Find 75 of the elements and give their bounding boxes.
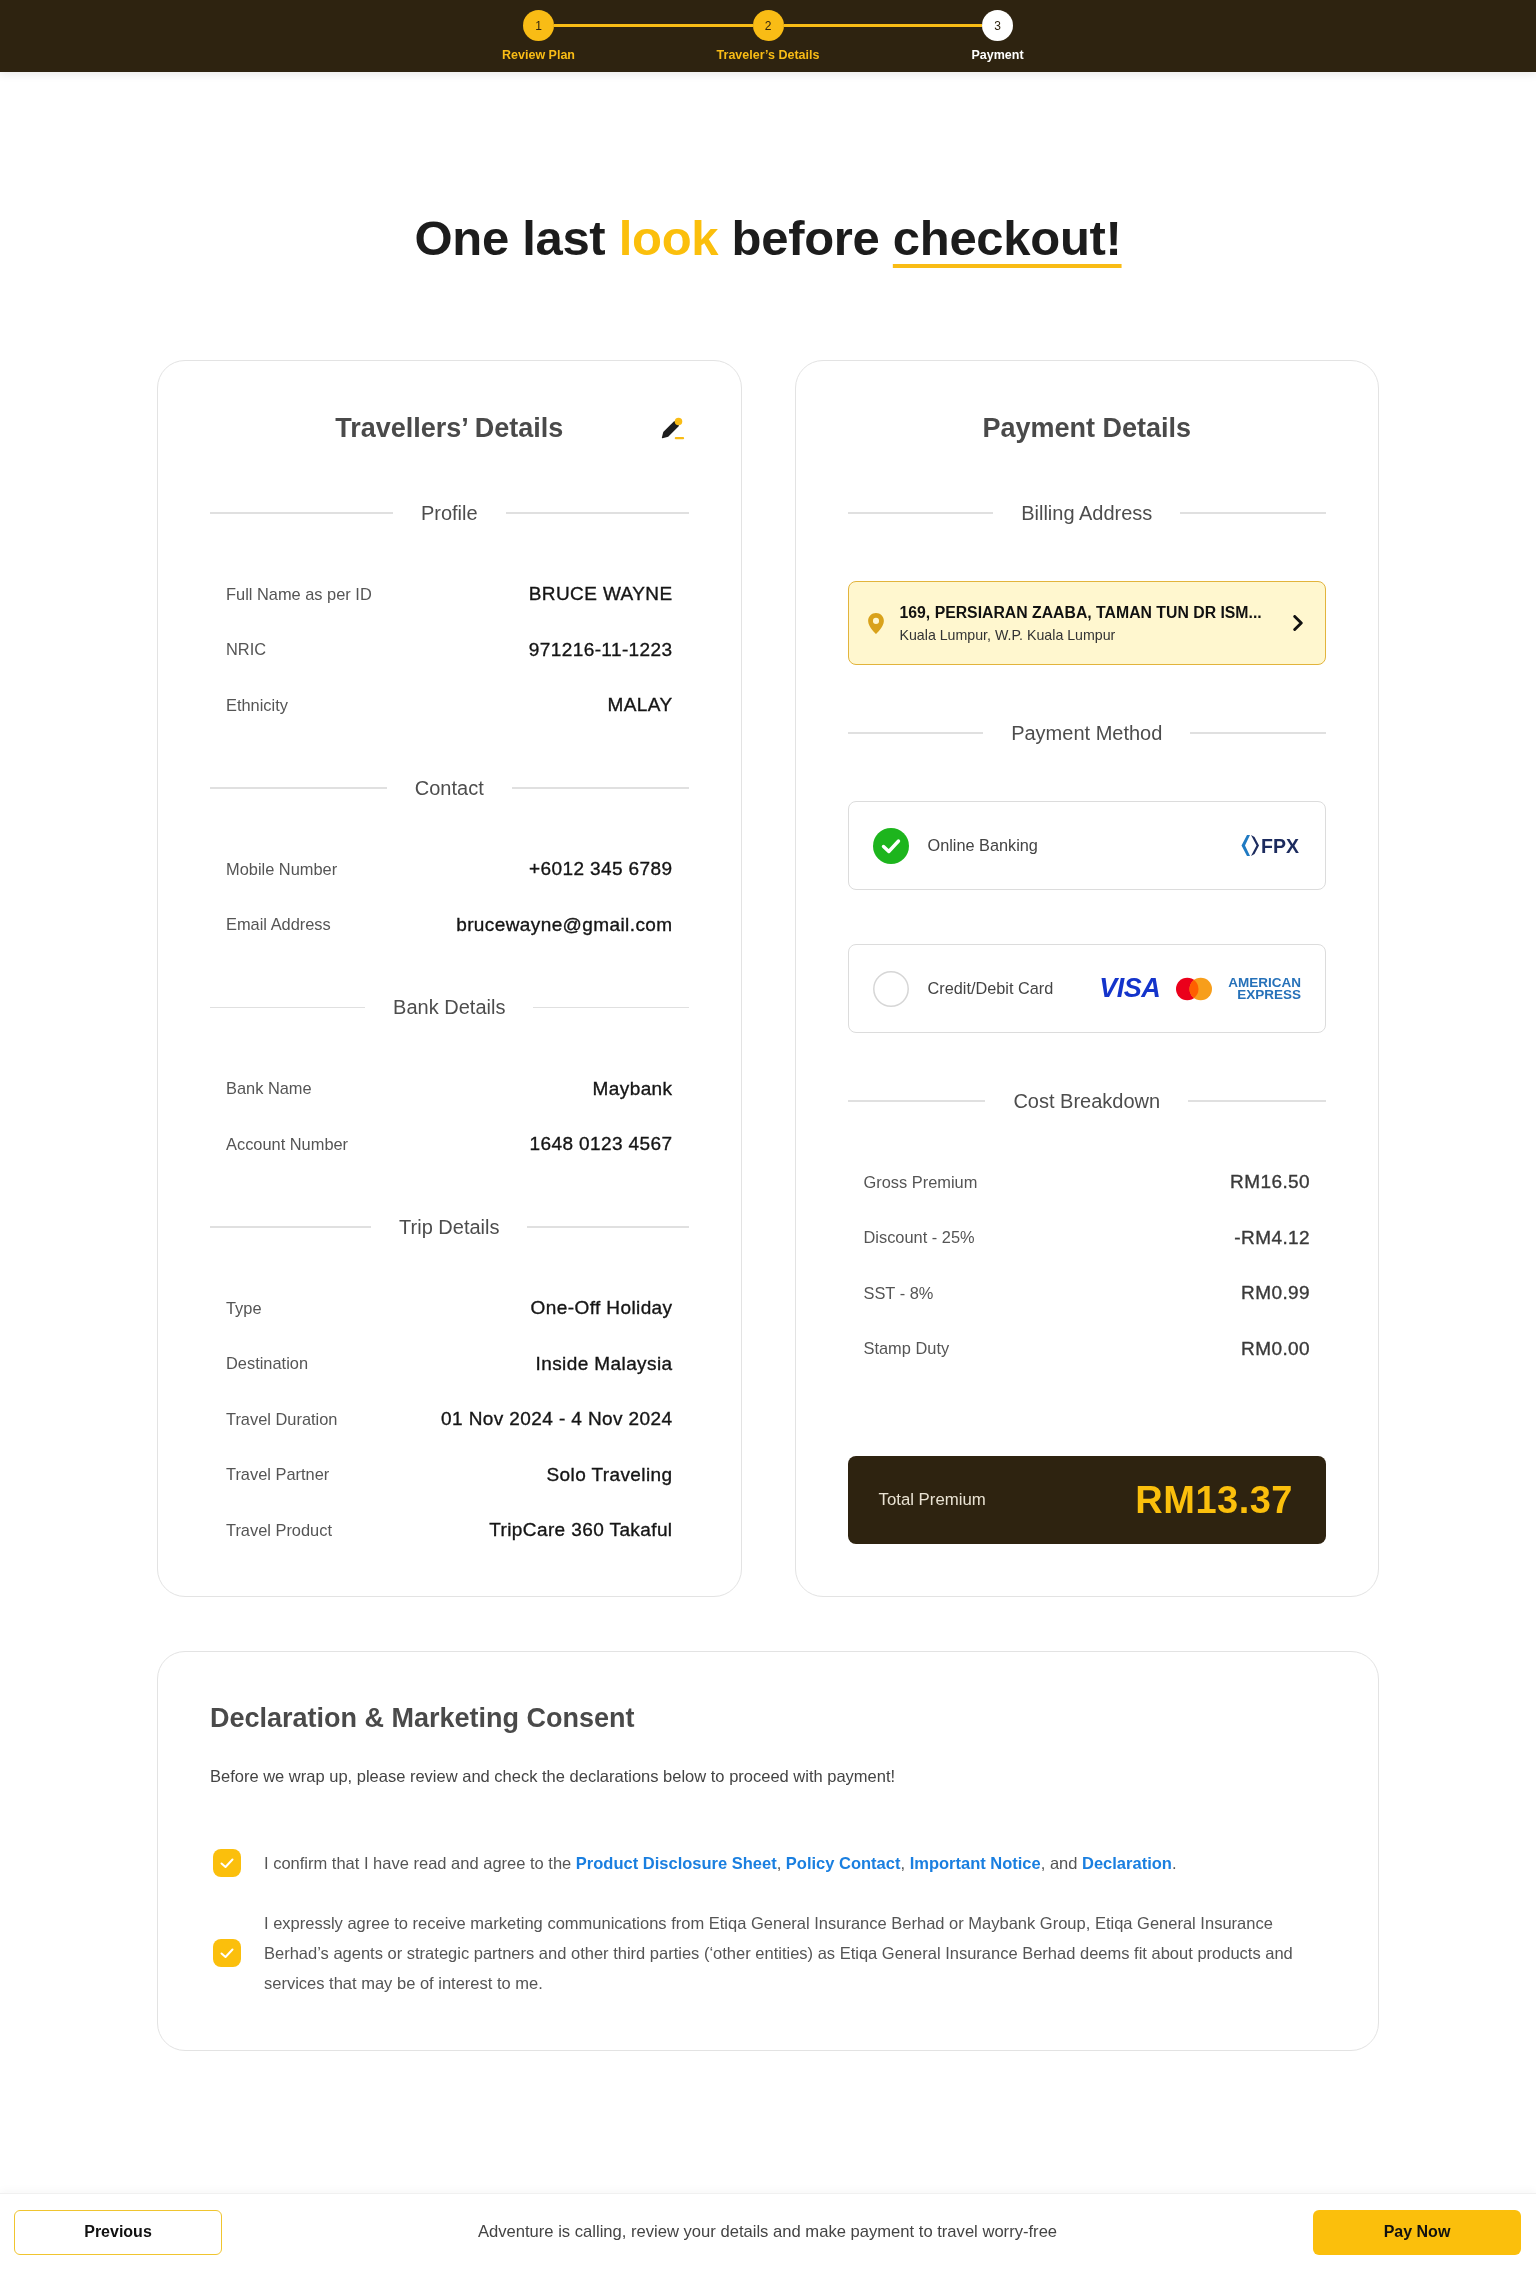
step-indicator: 2	[752, 10, 784, 41]
cost-label: Stamp Duty	[863, 1339, 950, 1359]
detail-label: Travel Product	[226, 1520, 332, 1540]
cost-value: RM16.50	[1230, 1171, 1310, 1194]
consent-text: I expressly agree to receive marketing communications from Etiqa General Insurance Berhad or Maybank Group, Etiqa General Insurance Berhad’s agents or strategic partners and other third parties (‘other entities) as Etiqa General Insurance Berhad deems fit about products and services that may be of interest to me.	[264, 1913, 1294, 1994]
footer-message: Adventure is calling, review your details and make payment to travel worry-free	[477, 2222, 1058, 2242]
detail-label: Email Address	[226, 915, 331, 935]
detail-value: +6012 345 6789	[529, 858, 673, 881]
section-heading: Trip Details	[399, 1215, 500, 1239]
detail-label: Bank Name	[226, 1079, 312, 1099]
step-indicator: 3	[982, 10, 1013, 41]
detail-value: 01 Nov 2024 - 4 Nov 2024	[441, 1408, 673, 1431]
step-label: Payment	[971, 47, 1024, 63]
document-link[interactable]: Product Disclosure Sheet	[575, 1854, 777, 1872]
billing-address-button[interactable]: 169, PERSIARAN ZAABA, TAMAN TUN DR ISM... Kuala Lumpur, W.P. Kuala Lumpur	[847, 581, 1326, 665]
fpx-logo: FPX	[1241, 834, 1301, 857]
payment-option[interactable]: Credit/Debit Card VISA AMERICAN EXPRESS	[847, 944, 1326, 1033]
edit-icon[interactable]	[660, 416, 685, 440]
previous-button[interactable]: Previous	[14, 2209, 222, 2255]
detail-value: Maybank	[592, 1077, 673, 1100]
detail-label: Travel Partner	[226, 1465, 330, 1485]
document-link[interactable]: Declaration	[1082, 1854, 1172, 1872]
location-pin-icon	[867, 612, 884, 634]
section-heading: Payment Method	[1011, 721, 1163, 745]
radio-button[interactable]	[872, 970, 909, 1007]
step-indicator: 1	[523, 10, 554, 41]
detail-label: Mobile Number	[226, 859, 338, 879]
detail-label: Full Name as per ID	[226, 584, 372, 604]
detail-value: brucewayne@gmail.com	[456, 913, 673, 936]
section-heading: Billing Address	[1021, 501, 1153, 525]
detail-label: NRIC	[226, 640, 267, 660]
card-title: Travellers’ Details	[335, 412, 564, 445]
cost-label: Discount - 25%	[863, 1228, 975, 1248]
detail-value: TripCare 360 Takaful	[489, 1519, 673, 1542]
card-title: Payment Details	[982, 412, 1192, 445]
detail-label: Travel Duration	[226, 1409, 338, 1429]
visa-logo: VISA	[1099, 975, 1161, 1002]
radio-button[interactable]	[872, 827, 909, 864]
step-label: Traveler’s Details	[716, 47, 820, 63]
section-heading: Bank Details	[393, 996, 506, 1019]
cost-value: RM0.99	[1241, 1282, 1310, 1305]
intro-text: Before we wrap up, please review and check the declarations below to proceed with payment!	[210, 1766, 897, 1787]
cost-value: -RM4.12	[1234, 1226, 1310, 1249]
document-link[interactable]: Policy Contact	[785, 1854, 901, 1872]
consent-text: I confirm that I have read and agree to the Product Disclosure Sheet, Policy Contact, Important Notice, and Declaration.	[264, 1853, 1177, 1874]
payment-option[interactable]: Online Banking FPX	[847, 801, 1326, 890]
section-heading: Contact	[414, 776, 484, 800]
card-title: Declaration & Marketing Consent	[210, 1702, 636, 1735]
detail-label: Account Number	[226, 1134, 349, 1154]
detail-value: BRUCE WAYNE	[528, 583, 673, 606]
cost-value: RM0.00	[1241, 1337, 1310, 1360]
section-heading: Profile	[420, 501, 478, 525]
detail-value: 971216-11-1223	[528, 638, 673, 661]
detail-label: Type	[226, 1298, 262, 1318]
chevron-right-icon	[1293, 615, 1303, 631]
document-link[interactable]: Important Notice	[909, 1854, 1041, 1872]
detail-label: Destination	[226, 1354, 308, 1374]
detail-value: Inside Malaysia	[535, 1352, 673, 1375]
checkbox[interactable]	[213, 1939, 241, 1967]
total-amount: RM13.37	[1135, 1478, 1293, 1522]
detail-label: Ethnicity	[226, 695, 288, 715]
cost-label: Gross Premium	[863, 1172, 978, 1192]
step-label: Review Plan	[502, 47, 575, 63]
checkbox[interactable]	[213, 1849, 241, 1877]
detail-value: Solo Traveling	[546, 1463, 673, 1486]
page-heading: One last look before checkout!	[414, 210, 1122, 267]
detail-value: MALAY	[607, 694, 673, 717]
section-heading: Cost Breakdown	[1013, 1089, 1161, 1113]
amex-logo: AMERICAN EXPRESS	[1228, 976, 1301, 1001]
overlapping-circles-icon	[1176, 976, 1213, 1001]
pay-now-button[interactable]: Pay Now	[1313, 2209, 1521, 2255]
detail-value: One-Off Holiday	[530, 1297, 673, 1320]
cost-label: SST - 8%	[863, 1283, 934, 1303]
total-label: Total Premium	[878, 1490, 986, 1510]
detail-value: 1648 0123 4567	[529, 1133, 673, 1156]
